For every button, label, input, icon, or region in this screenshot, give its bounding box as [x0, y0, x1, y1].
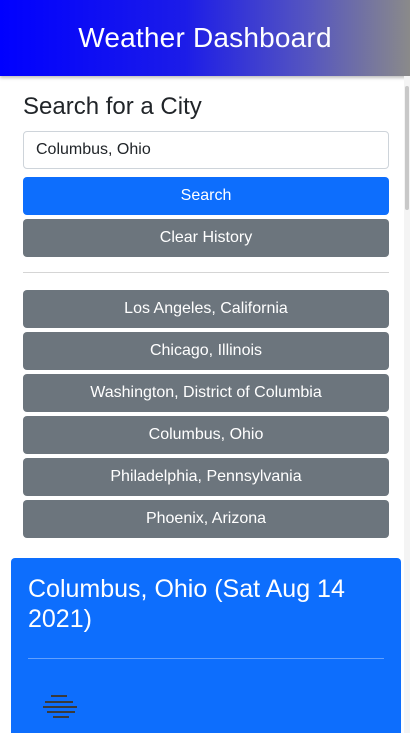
- scrollbar-thumb[interactable]: [405, 86, 409, 210]
- card-divider: [28, 658, 384, 659]
- search-button[interactable]: Search: [23, 177, 389, 215]
- history-city-button[interactable]: Columbus, Ohio: [23, 416, 389, 454]
- current-weather-title: Columbus, Ohio (Sat Aug 14 2021): [28, 575, 345, 633]
- app-header: Weather Dashboard: [0, 0, 410, 76]
- search-panel: Search for a City: [23, 92, 389, 122]
- history-city-button[interactable]: Washington, District of Columbia: [23, 374, 389, 412]
- history-city-button[interactable]: Chicago, Illinois: [23, 332, 389, 370]
- history-city-button[interactable]: Los Angeles, California: [23, 290, 389, 328]
- fog-icon: [43, 695, 77, 718]
- page-title: Weather Dashboard: [78, 22, 332, 53]
- clear-history-button[interactable]: Clear History: [23, 219, 389, 257]
- search-heading: Search for a City: [23, 93, 202, 120]
- history-city-button[interactable]: Philadelphia, Pennsylvania: [23, 458, 389, 496]
- divider: [23, 272, 389, 273]
- history-city-button[interactable]: Phoenix, Arizona: [23, 500, 389, 538]
- city-search-input[interactable]: [23, 131, 389, 169]
- current-weather-card: Columbus, Ohio (Sat Aug 14 2021): [11, 558, 401, 733]
